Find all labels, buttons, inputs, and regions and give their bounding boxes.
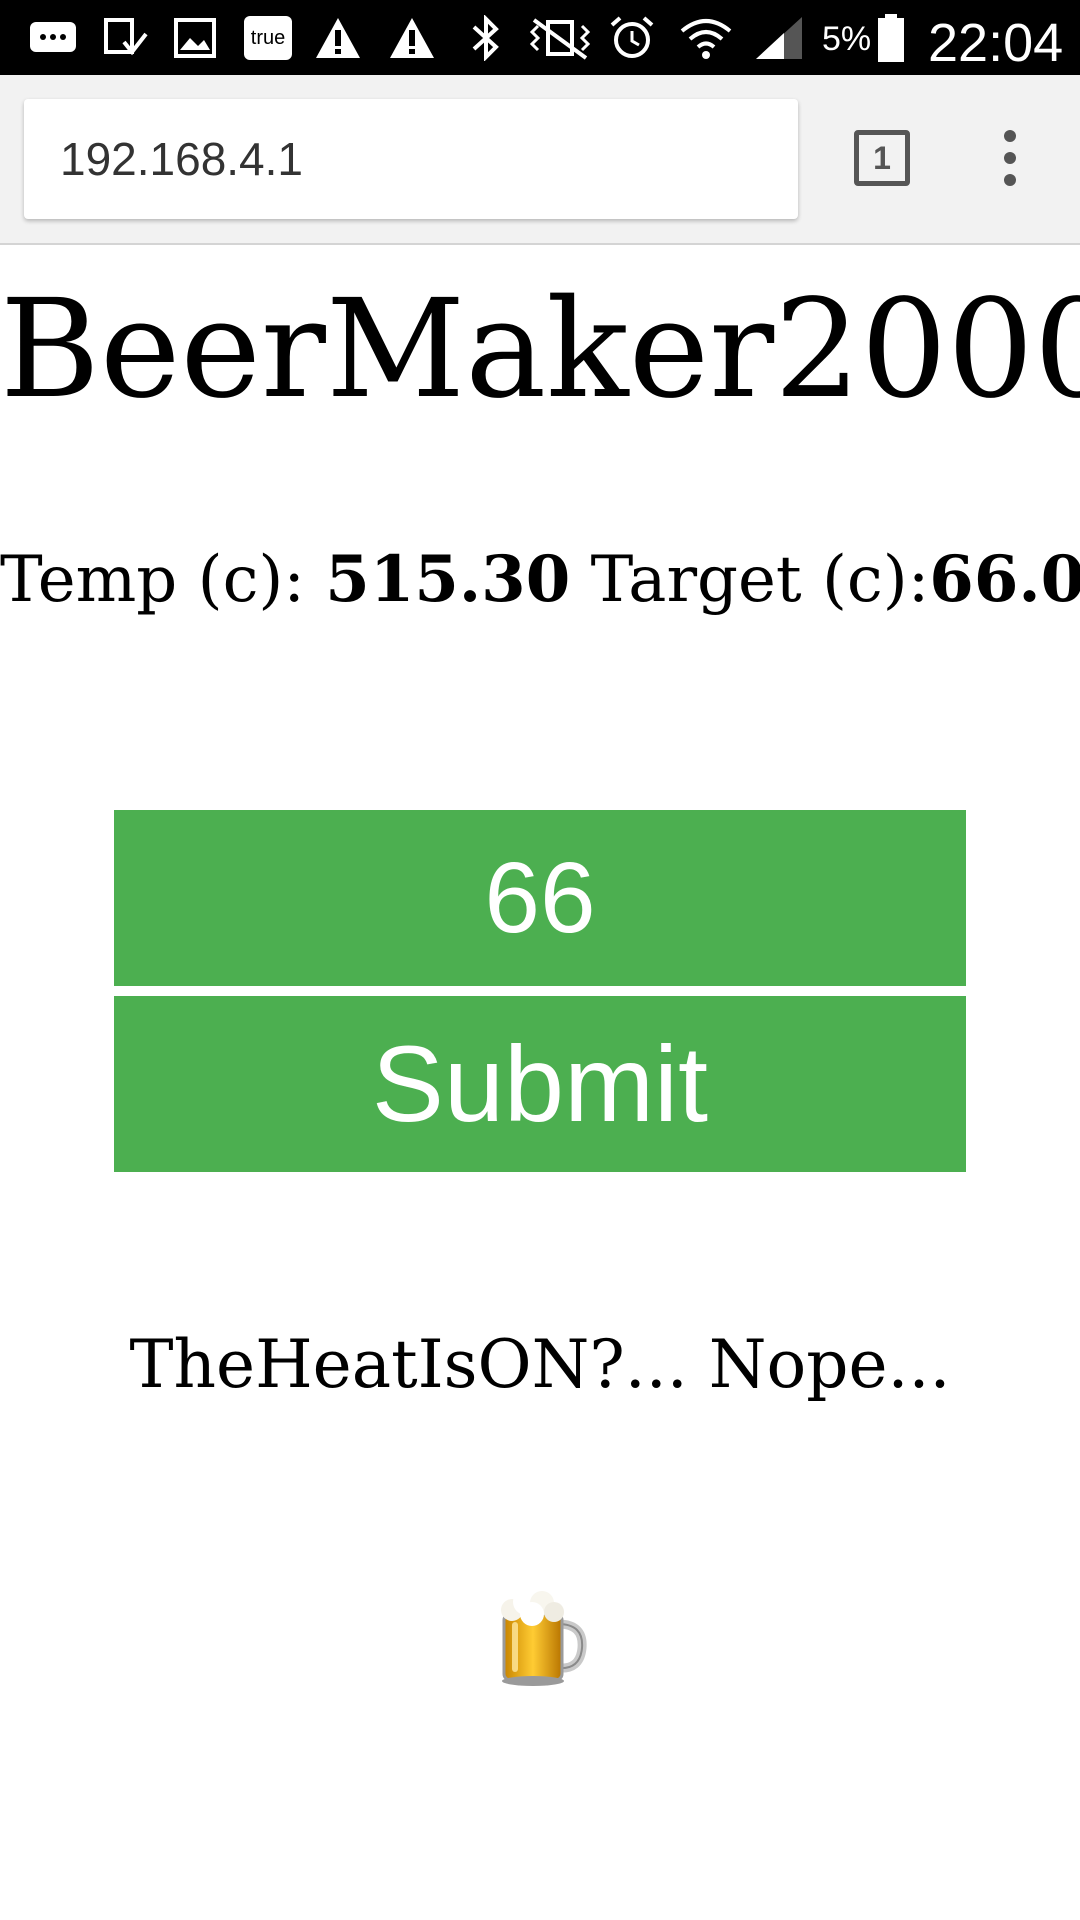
url-bar[interactable]: 192.168.4.1 — [24, 99, 798, 219]
download-icon — [102, 14, 148, 62]
tab-switcher-button[interactable]: 1 — [854, 130, 910, 186]
overflow-menu-icon[interactable] — [990, 130, 1030, 186]
wifi-icon — [678, 14, 734, 62]
heat-status-text: TheHeatIsON?... Nope... — [129, 1326, 951, 1403]
bluetooth-icon — [468, 14, 504, 62]
battery-icon — [876, 14, 906, 62]
target-temp-input[interactable] — [114, 810, 966, 986]
temp-value: 515.30 — [325, 542, 571, 617]
warning-icon — [388, 14, 436, 62]
image-icon — [172, 14, 218, 62]
page-title: BeerMaker2000 — [0, 271, 1080, 429]
alarm-icon — [608, 14, 656, 62]
submit-button[interactable]: Submit — [114, 996, 966, 1172]
temp-label: Temp (c): — [0, 543, 326, 617]
true-badge: true — [244, 16, 292, 60]
browser-toolbar: 192.168.4.1 1 — [0, 75, 1080, 245]
clock: 22:04 — [928, 13, 1064, 73]
status-bar: true 5% 22:04 — [0, 0, 1080, 75]
target-value: 66.00 — [929, 542, 1080, 617]
warning-icon — [314, 14, 362, 62]
battery-percent: 5% — [822, 20, 872, 58]
beer-mug-icon — [494, 1588, 590, 1688]
vibrate-icon — [524, 14, 596, 62]
target-label: Target (c): — [570, 543, 930, 617]
signal-icon — [754, 14, 804, 62]
temperature-readout: Temp (c): 515.30 Target (c):66.00 — [0, 540, 1080, 620]
message-icon — [28, 14, 78, 62]
